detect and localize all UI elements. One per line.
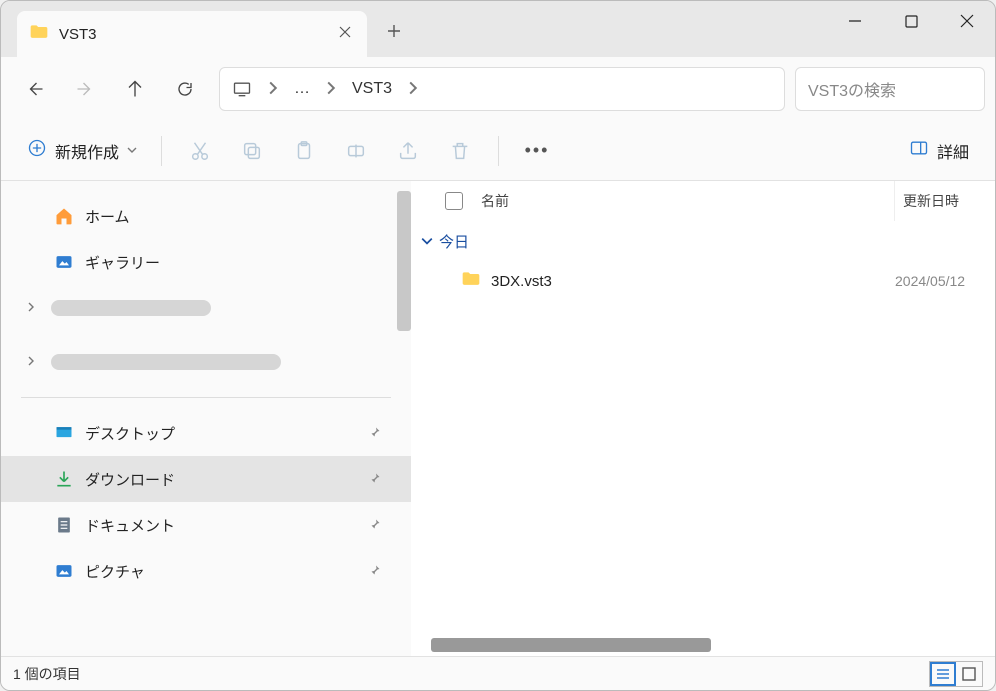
group-today[interactable]: 今日 bbox=[411, 221, 995, 261]
title-bar: VST3 bbox=[1, 1, 995, 57]
forward-button[interactable] bbox=[61, 69, 109, 109]
view-details-button[interactable] bbox=[930, 662, 956, 686]
content-horizontal-scrollbar[interactable] bbox=[431, 638, 711, 652]
view-icons-button[interactable] bbox=[956, 662, 982, 686]
sidebar-item-pictures[interactable]: ピクチャ bbox=[1, 548, 411, 594]
copy-button[interactable] bbox=[228, 131, 276, 171]
window-controls bbox=[827, 1, 995, 41]
address-bar[interactable]: … VST3 bbox=[219, 67, 785, 111]
back-button[interactable] bbox=[11, 69, 59, 109]
details-label: 詳細 bbox=[937, 139, 969, 163]
tab-close-button[interactable] bbox=[335, 21, 355, 47]
tab-current[interactable]: VST3 bbox=[17, 11, 367, 57]
file-row[interactable]: 3DX.vst3 2024/05/12 bbox=[411, 261, 995, 301]
explorer-window: VST3 bbox=[0, 0, 996, 691]
sidebar-item-label: ピクチャ bbox=[85, 561, 145, 582]
chevron-right-icon[interactable] bbox=[320, 81, 342, 98]
close-button[interactable] bbox=[939, 1, 995, 41]
navigation-bar: … VST3 VST3の検索 bbox=[1, 57, 995, 121]
chevron-right-icon[interactable] bbox=[21, 355, 41, 369]
search-input[interactable]: VST3の検索 bbox=[795, 67, 985, 111]
desktop-icon bbox=[53, 423, 75, 443]
pin-icon bbox=[369, 425, 381, 441]
breadcrumb-segment[interactable]: VST3 bbox=[348, 76, 396, 102]
folder-icon bbox=[29, 22, 49, 47]
body: ホーム ギャラリー bbox=[1, 181, 995, 656]
refresh-button[interactable] bbox=[161, 69, 209, 109]
sidebar-item-label: ギャラリー bbox=[85, 252, 160, 273]
sidebar-item-label: ドキュメント bbox=[85, 515, 175, 536]
plus-circle-icon bbox=[27, 138, 47, 163]
home-icon bbox=[53, 206, 75, 226]
file-date: 2024/05/12 bbox=[895, 273, 995, 289]
column-headers: 名前 更新日時 bbox=[411, 181, 995, 221]
column-name[interactable]: 名前 bbox=[477, 181, 895, 221]
pin-icon bbox=[369, 563, 381, 579]
chevron-right-icon[interactable] bbox=[262, 81, 284, 98]
sidebar-item-label: ホーム bbox=[85, 206, 130, 227]
chevron-right-icon[interactable] bbox=[402, 81, 424, 98]
new-button[interactable]: 新規作成 bbox=[17, 132, 147, 169]
item-count: 1 個の項目 bbox=[13, 664, 81, 684]
paste-button[interactable] bbox=[280, 131, 328, 171]
tab-title: VST3 bbox=[59, 26, 325, 43]
view-toggle bbox=[929, 661, 983, 687]
search-placeholder: VST3の検索 bbox=[808, 77, 896, 101]
sidebar-item-redacted[interactable] bbox=[1, 339, 411, 385]
sidebar-item-documents[interactable]: ドキュメント bbox=[1, 502, 411, 548]
up-button[interactable] bbox=[111, 69, 159, 109]
sidebar-item-desktop[interactable]: デスクトップ bbox=[1, 410, 411, 456]
new-tab-button[interactable] bbox=[387, 21, 401, 44]
chevron-down-icon bbox=[421, 235, 433, 247]
content-pane: 名前 更新日時 今日 3DX.vst3 2024/05/12 bbox=[411, 181, 995, 656]
chevron-down-icon bbox=[127, 144, 137, 158]
maximize-button[interactable] bbox=[883, 1, 939, 41]
sidebar-item-downloads[interactable]: ダウンロード bbox=[1, 456, 411, 502]
pc-icon[interactable] bbox=[228, 75, 256, 103]
breadcrumb-ellipsis[interactable]: … bbox=[290, 76, 314, 102]
pin-icon bbox=[369, 517, 381, 533]
new-button-label: 新規作成 bbox=[55, 139, 119, 163]
redacted-label bbox=[51, 300, 211, 316]
redacted-label bbox=[51, 354, 281, 370]
sidebar-item-label: デスクトップ bbox=[85, 423, 175, 444]
group-label: 今日 bbox=[439, 231, 469, 252]
file-name: 3DX.vst3 bbox=[491, 273, 885, 290]
chevron-right-icon[interactable] bbox=[21, 301, 41, 315]
sidebar: ホーム ギャラリー bbox=[1, 181, 411, 656]
download-icon bbox=[53, 469, 75, 489]
status-bar: 1 個の項目 bbox=[1, 656, 995, 690]
details-icon bbox=[909, 138, 929, 163]
cut-button[interactable] bbox=[176, 131, 224, 171]
sidebar-item-gallery[interactable]: ギャラリー bbox=[1, 239, 411, 285]
sidebar-item-redacted[interactable] bbox=[1, 285, 411, 331]
sidebar-separator bbox=[21, 397, 391, 398]
gallery-icon bbox=[53, 252, 75, 272]
sidebar-item-label: ダウンロード bbox=[85, 469, 175, 490]
folder-icon bbox=[461, 269, 481, 294]
select-all-checkbox[interactable] bbox=[445, 192, 463, 210]
toolbar-separator bbox=[161, 136, 162, 166]
delete-button[interactable] bbox=[436, 131, 484, 171]
rename-button[interactable] bbox=[332, 131, 380, 171]
share-button[interactable] bbox=[384, 131, 432, 171]
toolbar-separator bbox=[498, 136, 499, 166]
pictures-icon bbox=[53, 561, 75, 581]
sidebar-item-home[interactable]: ホーム bbox=[1, 193, 411, 239]
pin-icon bbox=[369, 471, 381, 487]
more-button[interactable]: ••• bbox=[513, 131, 561, 171]
minimize-button[interactable] bbox=[827, 1, 883, 41]
column-date[interactable]: 更新日時 bbox=[895, 181, 995, 221]
details-pane-button[interactable]: 詳細 bbox=[899, 132, 979, 169]
document-icon bbox=[53, 515, 75, 535]
toolbar: 新規作成 ••• 詳細 bbox=[1, 121, 995, 181]
